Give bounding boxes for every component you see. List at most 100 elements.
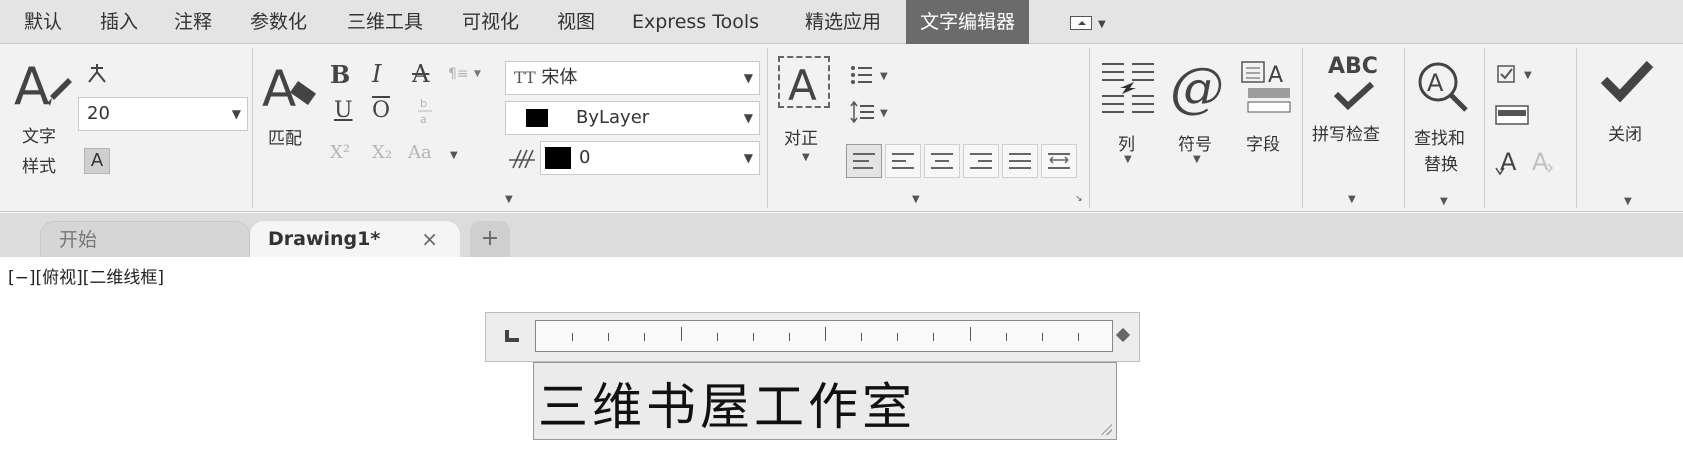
- paragraph-mark-icon[interactable]: ¶≡ ▼: [448, 62, 484, 84]
- columns-button[interactable]: [1100, 60, 1156, 116]
- ruler-tick: [861, 333, 862, 341]
- resize-grip-icon[interactable]: [1098, 421, 1112, 435]
- line-spacing-button[interactable]: ▼: [850, 100, 894, 126]
- font-combo[interactable]: TT 宋体 ▼: [505, 61, 760, 95]
- text-height-value: 20: [87, 103, 110, 124]
- underline-button[interactable]: U: [334, 98, 353, 123]
- panel-divider: [1576, 48, 1577, 208]
- tools-expand-icon[interactable]: ▼: [1440, 196, 1448, 207]
- stack-fraction-icon[interactable]: ba: [416, 96, 436, 126]
- columns-icon: [1102, 63, 1154, 113]
- mtext-content[interactable]: 三维书屋工作室: [538, 367, 916, 439]
- text-height-combo[interactable]: 20 ▼: [78, 97, 248, 131]
- truetype-font-icon: TT: [514, 68, 536, 87]
- tab-express-tools[interactable]: Express Tools: [632, 0, 759, 44]
- overline-button[interactable]: O: [372, 98, 390, 123]
- tab-3d-tools[interactable]: 三维工具: [347, 0, 423, 44]
- align-right-button[interactable]: [963, 144, 999, 178]
- tab-featured-apps[interactable]: 精选应用: [805, 0, 881, 44]
- align-justify-button[interactable]: [1002, 144, 1038, 178]
- chevron-down-icon: ▼: [1098, 19, 1106, 30]
- tab-start-label: 开始: [59, 229, 98, 251]
- find-replace-button[interactable]: A: [1414, 58, 1474, 118]
- ruler-tick: [1006, 333, 1007, 341]
- chevron-down-icon: ▼: [743, 111, 753, 125]
- tab-start[interactable]: 开始: [40, 221, 250, 257]
- svg-text:A: A: [14, 57, 50, 116]
- tab-stop-icon[interactable]: [505, 330, 519, 342]
- strikethrough-button[interactable]: A: [412, 60, 429, 88]
- oblique-angle-combo[interactable]: 0 ▼: [540, 141, 760, 175]
- viewport-controls[interactable]: [−][俯视][二维线框]: [8, 263, 164, 288]
- ruler-tick: [789, 333, 790, 341]
- tab-drawing1[interactable]: Drawing1* ×: [250, 221, 460, 257]
- mtext-editor[interactable]: 三维书屋工作室: [533, 362, 1117, 440]
- tab-drawing1-label: Drawing1*: [268, 228, 381, 250]
- bold-button[interactable]: B: [330, 60, 350, 89]
- match-button[interactable]: A: [262, 58, 322, 118]
- chevron-down-icon: ▼: [450, 150, 458, 161]
- tab-insert[interactable]: 插入: [100, 0, 138, 44]
- justify-label: 对正: [784, 129, 818, 149]
- text-editor-ruler[interactable]: [535, 320, 1113, 352]
- panel-divider: [1404, 48, 1405, 208]
- tab-visualize[interactable]: 可视化: [462, 0, 519, 44]
- superscript-button[interactable]: X²: [330, 142, 350, 163]
- close-icon[interactable]: ×: [421, 221, 438, 257]
- chevron-down-icon: ▼: [1193, 154, 1201, 165]
- tab-parametric[interactable]: 参数化: [250, 0, 307, 44]
- align-default-button[interactable]: [846, 144, 882, 178]
- close-editor-button[interactable]: [1600, 58, 1656, 108]
- annotative-icon[interactable]: [86, 62, 108, 84]
- ruler-tick: [1042, 333, 1043, 341]
- at-symbol-icon[interactable]: @: [1170, 60, 1226, 116]
- tab-view[interactable]: 视图: [557, 0, 595, 44]
- undo-redo-text-icons[interactable]: A A: [1494, 144, 1554, 178]
- tab-text-editor[interactable]: 文字编辑器: [906, 0, 1030, 44]
- field-button[interactable]: A: [1240, 60, 1292, 116]
- spell-check-label: 拼写检查: [1312, 125, 1380, 145]
- tab-annotate[interactable]: 注释: [174, 0, 212, 44]
- find-label-1: 查找和: [1414, 129, 1465, 149]
- minimize-ribbon-button[interactable]: ▼: [1070, 14, 1114, 32]
- font-value: 宋体: [541, 67, 578, 88]
- change-case-button[interactable]: Aa: [408, 142, 432, 163]
- panel-divider: [767, 48, 768, 208]
- spell-expand-icon[interactable]: ▼: [1348, 194, 1356, 205]
- line-spacing-icon: ▼: [850, 100, 888, 124]
- paragraph-dialog-launcher-icon[interactable]: ↘: [1075, 194, 1083, 204]
- paragraph-expand-icon[interactable]: ▼: [912, 194, 920, 205]
- ruler-tick: [825, 327, 826, 341]
- color-combo[interactable]: ByLayer ▼: [505, 101, 760, 135]
- file-tab-bar: 开始 Drawing1* × +: [0, 213, 1683, 257]
- ruler-tick: [717, 333, 718, 341]
- formatting-expand-icon[interactable]: ▼: [505, 194, 513, 205]
- columns-label: 列: [1118, 135, 1135, 155]
- align-distribute-button[interactable]: [1041, 144, 1077, 178]
- justification-button[interactable]: A: [778, 56, 830, 110]
- symbol-label: 符号: [1178, 135, 1212, 155]
- close-expand-icon[interactable]: ▼: [1624, 196, 1632, 207]
- bullets-numbering-button[interactable]: ▼: [850, 64, 894, 86]
- align-center-button[interactable]: [924, 144, 960, 178]
- subscript-button[interactable]: X₂: [372, 142, 392, 163]
- options-button[interactable]: ▼: [1496, 64, 1546, 86]
- svg-text:▼: ▼: [880, 108, 888, 119]
- svg-text:▼: ▼: [880, 71, 888, 82]
- italic-button[interactable]: I: [372, 60, 381, 88]
- svg-text:A: A: [1268, 63, 1283, 88]
- align-left-button[interactable]: [885, 144, 921, 178]
- oblique-value: 0: [579, 147, 591, 168]
- svg-text:A: A: [788, 61, 817, 106]
- svg-text:¶≡: ¶≡: [448, 66, 469, 82]
- chevron-down-icon: ▼: [231, 107, 241, 121]
- tab-default[interactable]: 默认: [24, 0, 62, 44]
- background-mask-button[interactable]: A: [84, 148, 110, 174]
- text-style-label-2: 样式: [22, 157, 56, 177]
- new-tab-button[interactable]: +: [470, 221, 510, 257]
- ruler-toggle-button[interactable]: [1494, 102, 1532, 130]
- spell-check-button[interactable]: [1332, 80, 1380, 112]
- text-style-button[interactable]: A: [14, 56, 74, 117]
- svg-text:▼: ▼: [474, 69, 481, 79]
- ribbon-panel: A 文字 样式 20 ▼ A A 匹配 B I A ¶≡ ▼ U O b a X…: [0, 44, 1683, 212]
